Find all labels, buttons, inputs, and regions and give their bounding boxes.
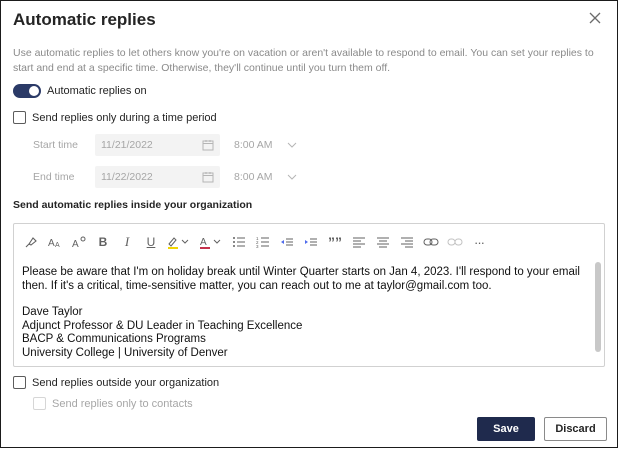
automatic-replies-toggle-row: Automatic replies on <box>13 84 147 98</box>
automatic-replies-dialog: Automatic replies Use automatic replies … <box>0 0 618 448</box>
close-icon[interactable] <box>587 10 603 26</box>
intro-text: Use automatic replies to let others know… <box>13 47 594 74</box>
signature-name: Dave Taylor <box>22 306 83 318</box>
end-time-select[interactable]: 8:00 AM <box>234 171 297 183</box>
more-icon[interactable]: ··· <box>470 233 488 251</box>
contacts-only-checkbox[interactable] <box>33 397 46 410</box>
discard-button[interactable]: Discard <box>544 417 607 441</box>
chevron-down-icon <box>287 142 296 148</box>
decrease-indent-icon[interactable] <box>278 233 296 251</box>
superscript-icon[interactable]: A <box>70 233 88 251</box>
start-time-select[interactable]: 8:00 AM <box>234 139 297 151</box>
message-body[interactable]: Please be aware that I'm on holiday brea… <box>22 266 590 360</box>
dialog-title: Automatic replies <box>13 10 156 29</box>
signature-title: Adjunct Professor & DU Leader in Teachin… <box>22 319 303 332</box>
calendar-icon <box>202 172 214 183</box>
svg-text:A: A <box>48 238 55 249</box>
inside-message-editor[interactable]: AA A B I U A 123 ”” ··· Please be aware … <box>13 223 605 367</box>
contacts-only-row: Send replies only to contacts <box>33 397 193 410</box>
link-icon[interactable] <box>422 233 440 251</box>
message-line: then. If it's a critical, time-sensitive… <box>22 279 492 292</box>
start-time-label: Start time <box>33 139 78 151</box>
align-center-icon[interactable] <box>374 233 392 251</box>
inside-organization-label: Send automatic replies inside your organ… <box>13 199 253 211</box>
end-date-picker[interactable]: 11/22/2022 <box>95 166 220 188</box>
italic-icon[interactable]: I <box>118 233 136 251</box>
font-color-icon[interactable]: A <box>198 233 224 251</box>
outside-organization-label: Send replies outside your organization <box>32 376 220 389</box>
start-date-value: 11/21/2022 <box>101 139 153 151</box>
format-painter-icon[interactable] <box>22 233 40 251</box>
align-right-icon[interactable] <box>398 233 416 251</box>
save-button[interactable]: Save <box>477 417 535 441</box>
time-period-checkbox[interactable] <box>13 111 26 124</box>
outside-organization-checkbox[interactable] <box>13 376 26 389</box>
end-date-value: 11/22/2022 <box>101 171 153 183</box>
font-size-icon[interactable]: AA <box>46 233 64 251</box>
bold-icon[interactable]: B <box>94 233 112 251</box>
contacts-only-label: Send replies only to contacts <box>52 397 193 410</box>
bullets-icon[interactable] <box>230 233 248 251</box>
signature-institution: University College | University of Denve… <box>22 346 228 359</box>
increase-indent-icon[interactable] <box>302 233 320 251</box>
svg-text:A: A <box>55 242 60 249</box>
time-period-label: Send replies only during a time period <box>32 111 217 124</box>
chevron-down-icon <box>287 174 296 180</box>
underline-icon[interactable]: U <box>142 233 160 251</box>
unlink-icon[interactable] <box>446 233 464 251</box>
svg-text:A: A <box>72 239 79 249</box>
automatic-replies-toggle-label: Automatic replies on <box>47 85 147 97</box>
end-time-label: End time <box>33 171 75 183</box>
formatting-toolbar: AA A B I U A 123 ”” ··· <box>22 232 488 252</box>
time-period-row: Send replies only during a time period <box>13 111 217 124</box>
calendar-icon <box>202 140 214 151</box>
quote-icon[interactable]: ”” <box>326 233 344 251</box>
outside-organization-row: Send replies outside your organization <box>13 376 219 389</box>
signature-program: BACP & Communications Programs <box>22 333 206 345</box>
svg-text:A: A <box>200 237 207 248</box>
highlight-icon[interactable] <box>166 233 192 251</box>
start-date-picker[interactable]: 11/21/2022 <box>95 134 220 156</box>
message-line: Please be aware that I'm on holiday brea… <box>22 266 580 278</box>
automatic-replies-toggle[interactable] <box>13 84 41 98</box>
align-left-icon[interactable] <box>350 233 368 251</box>
svg-text:3: 3 <box>256 244 259 249</box>
start-time-row: Start time 11/21/2022 8:00 AM <box>33 134 297 156</box>
end-time-value: 8:00 AM <box>234 171 273 183</box>
start-time-value: 8:00 AM <box>234 139 273 151</box>
numbering-icon[interactable]: 123 <box>254 233 272 251</box>
end-time-row: End time 11/22/2022 8:00 AM <box>33 166 297 188</box>
editor-scrollbar[interactable] <box>595 262 601 352</box>
